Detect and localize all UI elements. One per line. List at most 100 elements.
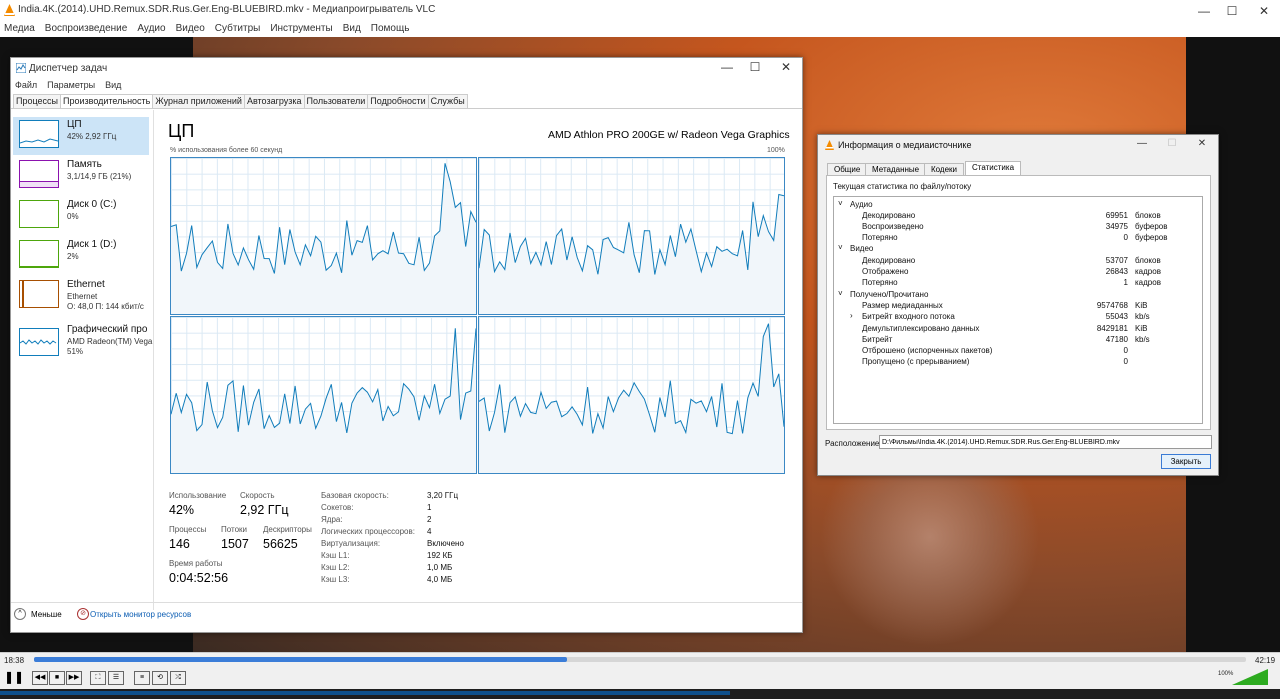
sidebar-gpu-sub: AMD Radeon(TM) Vega: [67, 337, 153, 346]
mi-minimize-button[interactable]: —: [1126, 135, 1158, 153]
stop-button[interactable]: ■: [49, 671, 65, 685]
vlc-controls: 18:38 42:19 ❚❚ ◀◀ ■ ▶▶ ⛶ ☰ ≡ ⟲ ⤮ 100%: [0, 652, 1280, 699]
sidebar-item-cpu[interactable]: ЦП 42% 2,92 ГГц: [13, 117, 149, 155]
tab-startup[interactable]: Автозагрузка: [243, 94, 305, 108]
menu-tools[interactable]: Инструменты: [270, 23, 332, 34]
volume-slider[interactable]: [1232, 669, 1268, 685]
resource-monitor-icon: ⊘: [77, 608, 89, 620]
open-resource-monitor-link[interactable]: Открыть монитор ресурсов: [90, 610, 191, 619]
stat-label: Размер медиаданных: [862, 301, 943, 310]
tab-details[interactable]: Подробности: [367, 94, 429, 108]
disk0-sparkline: [19, 200, 59, 228]
menu-view[interactable]: Вид: [343, 23, 361, 34]
statistics-tree[interactable]: ˅ Аудио Декодировано 69951 блоков Воспроиз…: [833, 196, 1203, 424]
stat-label: Битрейт входного потока: [862, 312, 955, 321]
stat-label: Битрейт: [862, 335, 893, 344]
stat-value: 53707: [1105, 256, 1128, 265]
stat-unit: кадров: [1135, 267, 1161, 276]
cpu-sparkline: [19, 120, 59, 148]
input-group-label: Получено/Прочитано: [850, 290, 929, 299]
menu-help[interactable]: Помощь: [371, 23, 410, 34]
sidebar-ethernet-throughput: О: 48,0 П: 144 кбит/с: [67, 302, 144, 311]
collapse-icon[interactable]: ˅: [838, 199, 843, 208]
shuffle-button[interactable]: ⤮: [170, 671, 186, 685]
seek-bar[interactable]: [34, 657, 1246, 662]
tab-services[interactable]: Службы: [427, 94, 468, 108]
tab-users[interactable]: Пользователи: [303, 94, 369, 108]
collapse-icon[interactable]: ˅: [838, 289, 843, 298]
tm-maximize-button[interactable]: ☐: [739, 58, 771, 76]
location-label: Расположение:: [825, 439, 882, 448]
stat-label: Потеряно: [862, 233, 898, 242]
menu-media[interactable]: Медиа: [4, 23, 35, 34]
audio-group-label: Аудио: [850, 200, 873, 209]
fewer-details-link[interactable]: Меньше: [31, 610, 62, 619]
disk1-sparkline: [19, 240, 59, 268]
extended-settings-button[interactable]: ☰: [108, 671, 124, 685]
previous-button[interactable]: ◀◀: [32, 671, 48, 685]
stat-label: Пропущено (с прерыванием): [862, 357, 970, 366]
chevron-up-icon[interactable]: ^: [14, 608, 26, 620]
sidebar-disk0-sub: 0%: [67, 212, 79, 221]
stat-value: 34975: [1105, 222, 1128, 231]
close-dialog-button[interactable]: Закрыть: [1161, 454, 1211, 469]
pause-button[interactable]: ❚❚: [4, 669, 24, 685]
sidebar-item-disk0[interactable]: Диск 0 (C:) 0%: [13, 197, 149, 235]
detail-value: 192 КБ: [427, 551, 453, 560]
vlc-cone-icon: [4, 4, 15, 16]
sidebar-divider: [153, 110, 154, 610]
tab-performance[interactable]: Производительность: [60, 94, 154, 109]
menu-playback[interactable]: Воспроизведение: [45, 23, 128, 34]
graph-caption: % использования более 60 секунд: [170, 147, 283, 154]
tm-menu-view[interactable]: Вид: [105, 80, 121, 90]
close-button[interactable]: ✕: [1248, 0, 1280, 22]
processes-value: 146: [169, 537, 190, 551]
tm-menu-options[interactable]: Параметры: [47, 80, 95, 90]
sidebar-cpu-name: ЦП: [67, 119, 82, 130]
next-button[interactable]: ▶▶: [66, 671, 82, 685]
detail-value: 4,0 МБ: [427, 575, 453, 584]
sidebar-item-ethernet[interactable]: Ethernet Ethernet О: 48,0 П: 144 кбит/с: [13, 277, 149, 319]
mi-close-button[interactable]: ✕: [1186, 135, 1218, 153]
sidebar-disk1-sub: 2%: [67, 252, 79, 261]
stat-value: 0: [1123, 233, 1128, 242]
loop-button[interactable]: ⟲: [152, 671, 168, 685]
collapse-icon[interactable]: ˅: [838, 243, 843, 252]
detail-key: Кэш L1:: [321, 551, 350, 560]
threads-label: Потоки: [221, 525, 248, 534]
detail-value: 4: [427, 527, 432, 536]
handles-value: 56625: [263, 537, 298, 551]
sidebar-disk1-name: Диск 1 (D:): [67, 239, 117, 250]
usage-value: 42%: [169, 503, 195, 517]
stat-label: Декодировано: [862, 211, 916, 220]
detail-value: 2: [427, 515, 432, 524]
menu-subtitles[interactable]: Субтитры: [215, 23, 261, 34]
vlc-window-title: India.4K.(2014).UHD.Remux.SDR.Rus.Ger.En…: [18, 4, 436, 15]
tab-statistics[interactable]: Статистика: [965, 161, 1022, 176]
sidebar-item-gpu[interactable]: Графический про AMD Radeon(TM) Vega 51%: [13, 322, 153, 364]
menu-video[interactable]: Видео: [176, 23, 205, 34]
vlc-cone-icon: [825, 140, 834, 150]
stat-label: Отображено: [862, 267, 909, 276]
tm-close-button[interactable]: ✕: [770, 58, 802, 76]
fullscreen-button[interactable]: ⛶: [90, 671, 106, 685]
stat-label: Демультиплексировано данных: [862, 324, 980, 333]
sidebar-disk0-name: Диск 0 (C:): [67, 199, 117, 210]
tab-app-history[interactable]: Журнал приложений: [152, 94, 245, 108]
maximize-button[interactable]: ☐: [1216, 0, 1248, 22]
tab-processes[interactable]: Процессы: [13, 94, 62, 108]
menu-audio[interactable]: Аудио: [137, 23, 165, 34]
graph-max: 100%: [767, 147, 785, 154]
sidebar-item-disk1[interactable]: Диск 1 (D:) 2%: [13, 237, 149, 275]
sidebar-gpu-name: Графический про: [67, 324, 148, 335]
sidebar-item-memory[interactable]: Память 3,1/14,9 ГБ (21%): [13, 157, 149, 195]
playlist-button[interactable]: ≡: [134, 671, 150, 685]
tm-menu-file[interactable]: Файл: [15, 80, 37, 90]
expand-icon[interactable]: ›: [850, 311, 853, 320]
stat-unit: KiB: [1135, 324, 1148, 333]
stat-value: 47180: [1105, 335, 1128, 344]
handles-label: Дескрипторы: [263, 525, 312, 534]
location-field[interactable]: [879, 435, 1212, 449]
core-activity-area: [171, 163, 476, 314]
stat-value: 55043: [1105, 312, 1128, 321]
